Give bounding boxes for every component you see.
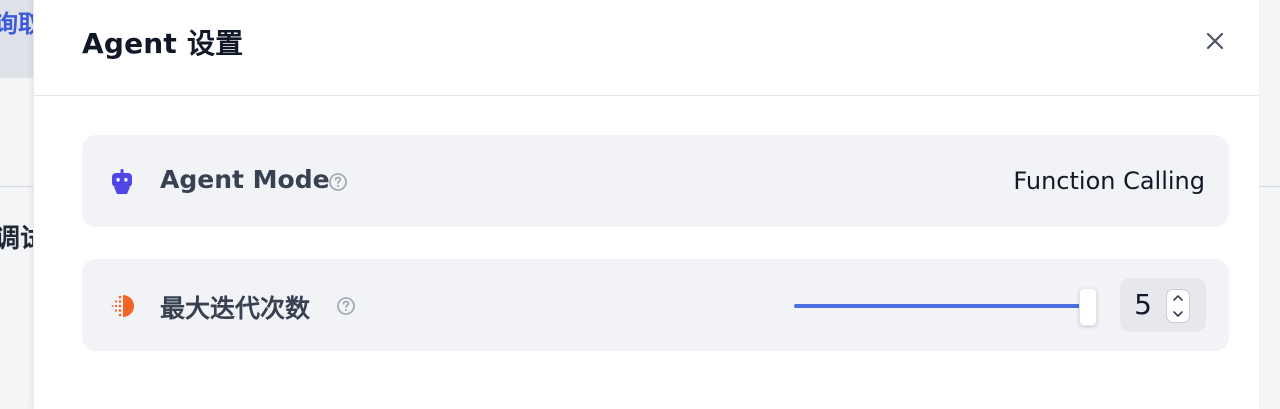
max-iterations-row: 最大迭代次数 5 bbox=[82, 259, 1229, 351]
decrement-button[interactable] bbox=[1167, 306, 1189, 322]
background-divider bbox=[0, 186, 34, 187]
max-iterations-slider-track[interactable] bbox=[794, 304, 1088, 308]
close-button[interactable] bbox=[1200, 26, 1230, 56]
help-icon[interactable] bbox=[336, 296, 356, 316]
help-icon[interactable] bbox=[328, 172, 348, 192]
iteration-icon bbox=[111, 295, 134, 317]
max-iterations-slider-thumb[interactable] bbox=[1079, 288, 1097, 326]
chevron-up-icon bbox=[1173, 295, 1183, 301]
agent-settings-modal: Agent 设置 Agent Mode Function Calling 最大迭… bbox=[33, 0, 1259, 409]
background-right-edge bbox=[1258, 0, 1280, 409]
agent-mode-select[interactable]: Function Calling bbox=[1013, 167, 1205, 195]
max-iterations-number-input[interactable]: 5 bbox=[1120, 278, 1206, 332]
agent-mode-label: Agent Mode bbox=[160, 165, 330, 194]
number-stepper bbox=[1166, 289, 1190, 323]
chevron-down-icon bbox=[1173, 311, 1183, 317]
increment-button[interactable] bbox=[1167, 290, 1189, 306]
agent-mode-row: Agent Mode Function Calling bbox=[82, 135, 1229, 227]
max-iterations-label: 最大迭代次数 bbox=[160, 294, 311, 323]
robot-icon bbox=[112, 169, 132, 194]
modal-title: Agent 设置 bbox=[82, 27, 244, 60]
max-iterations-value[interactable]: 5 bbox=[1128, 288, 1158, 321]
modal-header: Agent 设置 bbox=[34, 0, 1259, 96]
close-icon bbox=[1206, 32, 1224, 50]
